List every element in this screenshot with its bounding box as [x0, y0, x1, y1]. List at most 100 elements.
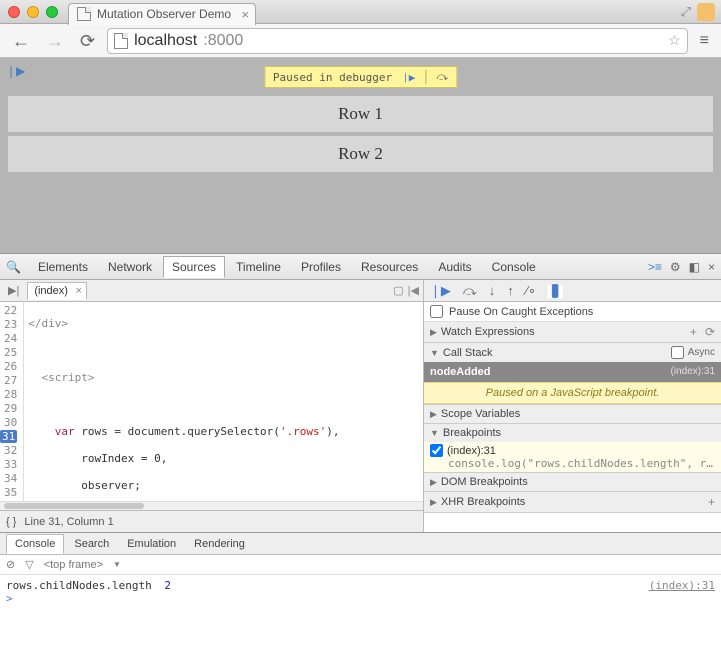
file-tab-label: (index): [34, 285, 68, 297]
forward-button[interactable]: →: [42, 32, 68, 50]
drawer-tab-emulation[interactable]: Emulation: [119, 535, 184, 553]
zoom-window-icon[interactable]: [46, 6, 58, 18]
scope-section-header[interactable]: ▶ Scope Variables: [424, 405, 721, 423]
prev-icon[interactable]: ▢: [393, 284, 403, 297]
sources-panel: ▶| (index) × ▢ |◀ 2223242526272829303132…: [0, 280, 721, 532]
callstack-fn: nodeAdded: [430, 366, 491, 378]
callstack-section-header[interactable]: ▼ Call Stack Async: [424, 343, 721, 362]
browser-window: Mutation Observer Demo × ⤢ ← → ⟳ localho…: [0, 0, 721, 648]
pretty-print-icon[interactable]: { }: [6, 516, 16, 528]
cursor-position: Line 31, Column 1: [24, 516, 113, 528]
pause-caught-checkbox[interactable]: [430, 305, 443, 318]
drawer-tab-rendering[interactable]: Rendering: [186, 535, 253, 553]
devtools-tabstrip: 🔍 Elements Network Sources Timeline Prof…: [0, 254, 721, 280]
url-port: :8000: [203, 32, 243, 50]
tab-sources[interactable]: Sources: [163, 256, 225, 278]
reload-button[interactable]: ⟳: [76, 32, 99, 50]
minimize-window-icon[interactable]: [27, 6, 39, 18]
page-resume-icon[interactable]: ❘▶: [6, 64, 25, 78]
tab-resources[interactable]: Resources: [352, 256, 427, 278]
step-over-icon[interactable]: ⤼: [463, 283, 477, 299]
url-host: localhost: [134, 32, 197, 50]
step-out-icon[interactable]: ↑: [507, 283, 514, 298]
chevron-right-icon: ▶: [430, 409, 437, 420]
tab-elements[interactable]: Elements: [29, 256, 97, 278]
add-xhr-breakpoint-icon[interactable]: +: [708, 495, 715, 509]
source-status-bar: { } Line 31, Column 1: [0, 510, 423, 532]
code-lines: </div> <script> var rows = document.quer…: [24, 302, 423, 501]
console-source-link[interactable]: (index):31: [649, 579, 715, 592]
source-editor-pane: ▶| (index) × ▢ |◀ 2223242526272829303132…: [0, 280, 424, 532]
pause-caught-row[interactable]: Pause On Caught Exceptions: [424, 302, 721, 322]
page-viewport: ❘▶ Paused in debugger ❘▶ ⤼ Row 1 Row 2: [0, 58, 721, 253]
url-bar[interactable]: localhost :8000 ☆: [107, 28, 688, 54]
horizontal-scrollbar[interactable]: [0, 501, 423, 510]
settings-gear-icon[interactable]: ⚙: [670, 260, 681, 274]
breakpoint-code: console.log("rows.childNodes.length", r…: [430, 457, 715, 470]
frame-selector[interactable]: <top frame>: [44, 559, 103, 571]
close-devtools-icon[interactable]: ×: [708, 260, 715, 274]
navigator-toggle-icon[interactable]: ▶|: [4, 284, 23, 297]
chevron-down-icon: ▼: [430, 348, 439, 358]
close-file-tab-icon[interactable]: ×: [76, 285, 82, 297]
window-controls: [8, 6, 58, 18]
chevron-right-icon: ▶: [430, 477, 437, 488]
debugger-toggle-icon[interactable]: |◀: [408, 284, 419, 297]
browser-tab[interactable]: Mutation Observer Demo ×: [68, 3, 256, 25]
filter-icon[interactable]: ▽: [25, 558, 33, 571]
step-into-icon[interactable]: ↓: [489, 283, 496, 298]
hamburger-menu-icon[interactable]: ≡: [696, 32, 713, 50]
console-prompt[interactable]: >: [6, 592, 715, 605]
bookmark-icon[interactable]: ☆: [668, 32, 681, 49]
row-item: Row 1: [8, 96, 713, 132]
pause-message: Paused in debugger: [273, 71, 392, 84]
drawer-tab-search[interactable]: Search: [66, 535, 117, 553]
code-editor[interactable]: 22232425262728293031323334353637 </div> …: [0, 302, 423, 501]
add-watch-icon[interactable]: +: [690, 325, 697, 339]
tab-profiles[interactable]: Profiles: [292, 256, 350, 278]
browser-tab-strip: Mutation Observer Demo ×: [68, 0, 256, 25]
xhr-breakpoints-header[interactable]: ▶ XHR Breakpoints +: [424, 492, 721, 512]
tab-console[interactable]: Console: [483, 256, 545, 278]
callstack-loc: (index):31: [671, 366, 715, 378]
line-gutter[interactable]: 22232425262728293031323334353637: [0, 302, 24, 501]
titlebar: Mutation Observer Demo × ⤢: [0, 0, 721, 24]
drawer-tab-console[interactable]: Console: [6, 534, 64, 554]
banner-step-icon[interactable]: ⤼: [436, 70, 448, 84]
divider: [425, 70, 426, 84]
breakpoint-checkbox[interactable]: [430, 444, 443, 457]
back-button[interactable]: ←: [8, 32, 34, 50]
file-tab[interactable]: (index) ×: [27, 282, 87, 300]
frame-chevron-icon[interactable]: ▼: [113, 560, 121, 569]
tab-timeline[interactable]: Timeline: [227, 256, 290, 278]
tab-audits[interactable]: Audits: [429, 256, 480, 278]
close-tab-icon[interactable]: ×: [241, 7, 249, 22]
content-area: ❘▶ Paused in debugger ❘▶ ⤼ Row 1 Row 2 🔍…: [0, 58, 721, 648]
row-item: Row 2: [8, 136, 713, 172]
close-window-icon[interactable]: [8, 6, 20, 18]
site-icon: [114, 33, 128, 49]
watch-section-header[interactable]: ▶ Watch Expressions + ⟳: [424, 322, 721, 342]
dom-breakpoints-header[interactable]: ▶ DOM Breakpoints: [424, 473, 721, 491]
dock-icon[interactable]: ◧: [689, 260, 700, 274]
breakpoint-item[interactable]: (index):31 console.log("rows.childNodes.…: [424, 442, 721, 472]
pause-banner: Paused in debugger ❘▶ ⤼: [264, 66, 457, 88]
resume-icon[interactable]: ❘▶: [430, 283, 451, 299]
pause-reason: Paused on a JavaScript breakpoint.: [424, 382, 721, 404]
chevron-down-icon: ▼: [430, 428, 439, 438]
pause-exceptions-icon[interactable]: ❚❚: [548, 284, 562, 298]
console-output[interactable]: rows.childNodes.length 2 (index):31 >: [0, 575, 721, 648]
expand-window-icon[interactable]: ⤢: [681, 4, 691, 20]
deactivate-breakpoints-icon[interactable]: ⁄∘: [526, 283, 536, 299]
banner-resume-icon[interactable]: ❘▶: [402, 71, 415, 84]
toggle-drawer-icon[interactable]: >≡: [648, 260, 662, 274]
breakpoints-section-header[interactable]: ▼ Breakpoints: [424, 424, 721, 442]
tab-network[interactable]: Network: [99, 256, 161, 278]
clear-console-icon[interactable]: ⊘: [6, 558, 15, 571]
search-icon[interactable]: 🔍: [6, 260, 21, 274]
refresh-watch-icon[interactable]: ⟳: [705, 325, 715, 339]
debugger-sidebar: ❘▶ ⤼ ↓ ↑ ⁄∘ ❚❚ Pause On Caught Exception…: [424, 280, 721, 532]
async-checkbox[interactable]: [671, 346, 684, 359]
profile-icon[interactable]: [697, 3, 715, 21]
callstack-frame[interactable]: nodeAdded (index):31: [424, 362, 721, 382]
